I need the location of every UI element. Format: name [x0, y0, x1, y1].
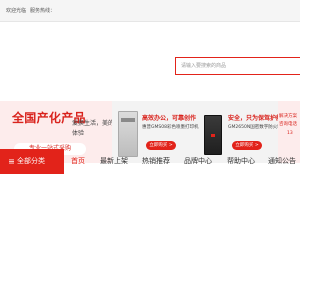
solution-label: 解决方案 [279, 114, 297, 119]
all-categories-button[interactable]: 全部分类 [0, 149, 64, 174]
nav-item-home[interactable]: 首页 [71, 149, 85, 174]
service-hotline: 服务热线： [30, 8, 56, 14]
promo-title: 安全，只为保驾护航 [228, 115, 283, 122]
nav-item-brand-center[interactable]: 品牌中心 [184, 149, 212, 174]
search-input[interactable] [175, 57, 300, 75]
promo-desc: GM2650N国密数字防火墙 [228, 125, 282, 130]
promo-title: 高效办公，可靠创作 [142, 115, 197, 122]
hotline-number: 13 [287, 131, 293, 136]
main-nav: 全部分类 首页 最新上架 热销推荐 品牌中心 帮助中心 通知公告 [0, 149, 300, 174]
hotline-label: 咨询电话 [279, 122, 297, 127]
nav-item-help-center[interactable]: 帮助中心 [227, 149, 255, 174]
nav-item-best-sellers[interactable]: 热销推荐 [142, 149, 170, 174]
banner-slogan: 爱换生活，美的体验 [72, 120, 115, 137]
nav-item-announcements[interactable]: 通知公告 [268, 149, 296, 174]
promo-desc: 惠普GMS08彩色喷墨打印机 [142, 125, 199, 130]
top-bar: 欢迎光临 服务热线： [0, 0, 300, 22]
all-categories-label: 全部分类 [17, 157, 45, 165]
nav-item-new-arrivals[interactable]: 最新上架 [100, 149, 128, 174]
menu-icon [9, 159, 14, 163]
welcome-link[interactable]: 欢迎光临 [6, 7, 26, 15]
